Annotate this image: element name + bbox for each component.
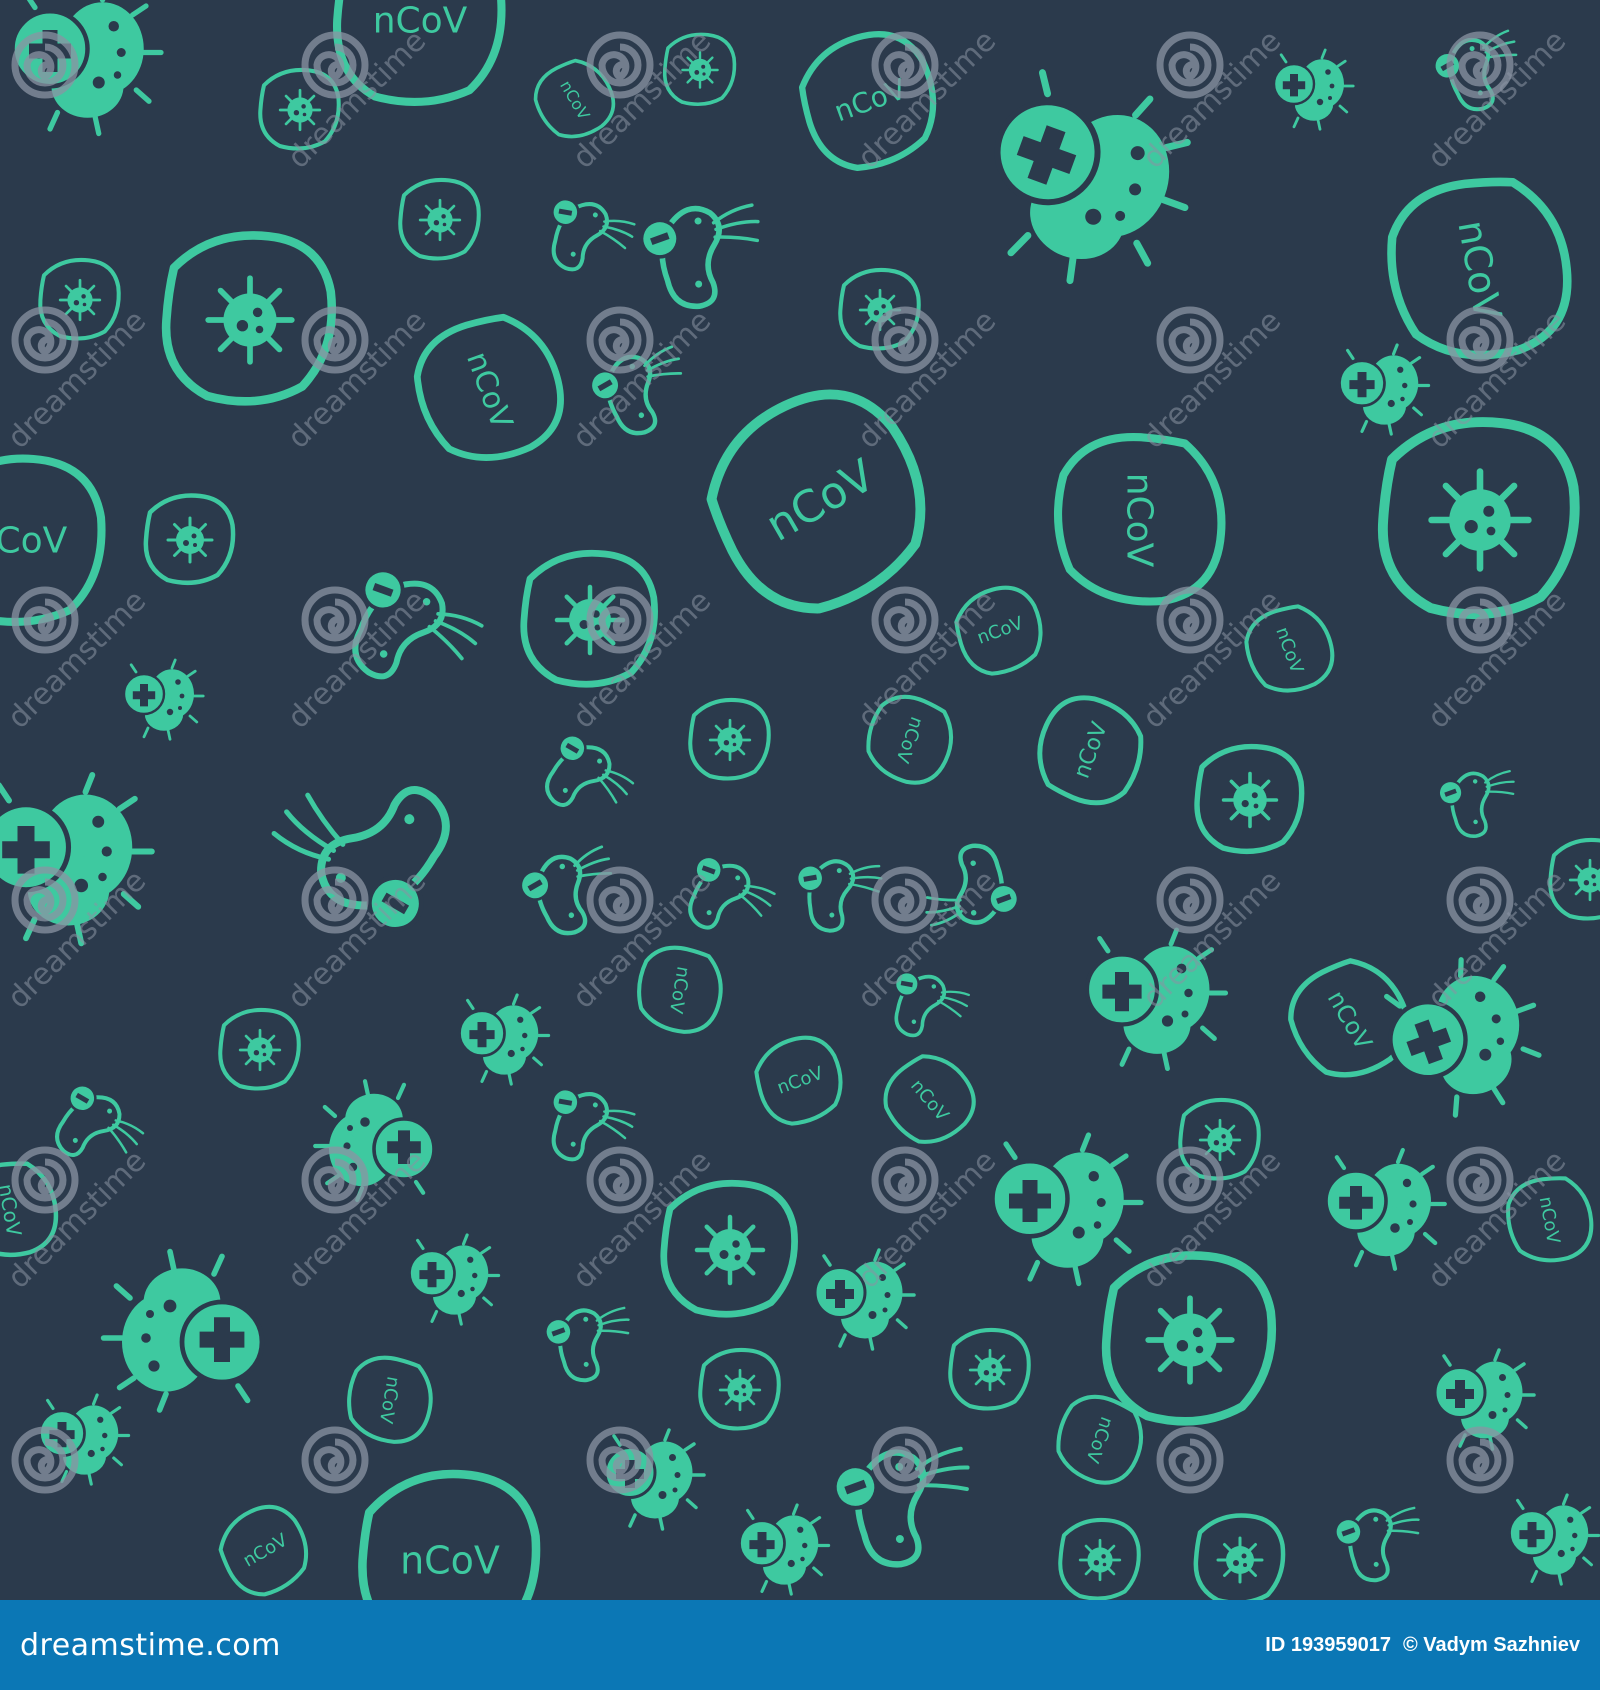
- ncov-badge-icon: [872, 1042, 987, 1158]
- bacteria-plus-icon: [457, 993, 551, 1086]
- spiral-logo-icon: [15, 590, 75, 650]
- bacteria-plus-icon: [37, 1393, 131, 1486]
- watermark-text: dreamstime: [851, 1143, 1003, 1295]
- bacteria-plus-icon: [407, 1233, 501, 1326]
- watermark-text: dreamstime: [281, 583, 433, 735]
- ncov-badge-icon: [747, 1028, 852, 1133]
- ncov-badge-icon: [1058, 437, 1221, 601]
- spiral-logo-icon: [15, 310, 75, 370]
- bacteria-plus-icon: [104, 1252, 262, 1410]
- bacteria-minus-icon: [539, 1293, 646, 1391]
- bacteria-plus-icon: [737, 1503, 831, 1596]
- bacteria-plus-icon: [13, 0, 162, 134]
- seamless-pattern: nCoV: [0, 0, 1600, 1600]
- bacteria-plus-icon: [122, 658, 205, 741]
- ncov-badge-icon: [209, 1494, 321, 1600]
- spiral-logo-icon: [590, 1430, 650, 1490]
- brand-text: dreamstime.com: [20, 1627, 281, 1663]
- watermark-text: dreamstime: [1421, 303, 1573, 455]
- ncov-badge-icon: [362, 1474, 536, 1600]
- bacteria-plus-icon: [993, 1135, 1142, 1284]
- watermark-text: dreamstime: [566, 863, 718, 1015]
- spiral-logo-icon: [15, 35, 75, 95]
- watermark-text: dreamstime: [1136, 583, 1288, 735]
- virus-cell-icon: [1196, 1515, 1283, 1600]
- bacteria-plus-icon: [1433, 1348, 1536, 1451]
- watermark-text: dreamstime: [851, 863, 1003, 1015]
- credit-block: ID 193959017 © Vadym Sazhniev: [1265, 1634, 1580, 1657]
- virus-cell-icon: [690, 700, 768, 779]
- pattern-icons: [0, 0, 1600, 1600]
- bacteria-minus-icon: [1433, 758, 1529, 846]
- virus-cell-icon: [700, 1350, 778, 1429]
- virus-cell-icon: [400, 180, 478, 259]
- spiral-logo-icon: [875, 1430, 935, 1490]
- virus-cell-icon: [1197, 747, 1302, 852]
- ncov-badge-icon: [1048, 1387, 1153, 1492]
- footer-bar: dreamstime.com ID 193959017 © Vadym Sazh…: [0, 1600, 1600, 1690]
- watermark-text: dreamstime: [1136, 1143, 1288, 1295]
- stock-image-page: nCoV: [0, 0, 1600, 1690]
- watermark-text: dreamstime: [281, 863, 433, 1015]
- spiral-logo-icon: [1160, 1430, 1220, 1490]
- spiral-logo-icon: [15, 870, 75, 930]
- watermark-text: dreamstime: [566, 1143, 718, 1295]
- bacteria-minus-icon: [1329, 1493, 1436, 1591]
- bacteria-plus-icon: [1272, 48, 1355, 131]
- virus-cell-icon: [146, 495, 233, 582]
- virus-cell-icon: [220, 1010, 298, 1089]
- watermark-text: dreamstime: [851, 583, 1003, 735]
- bacteria-minus-icon: [540, 195, 639, 281]
- spiral-logo-icon: [305, 1430, 365, 1490]
- spiral-logo-icon: [15, 1150, 75, 1210]
- watermark-text: dreamstime: [1136, 303, 1288, 455]
- bacteria-plus-icon: [1507, 1493, 1600, 1586]
- bacteria-minus-icon: [636, 188, 778, 318]
- virus-cell-icon: [1060, 1520, 1138, 1599]
- bacteria-minus-icon: [531, 728, 642, 834]
- watermark-text: dreamstime: [851, 303, 1003, 455]
- spiral-logo-icon: [1450, 1430, 1510, 1490]
- spiral-logo-icon: [15, 1430, 75, 1490]
- ncov-badge-icon: [1026, 686, 1154, 815]
- ncov-badge-icon: [343, 1352, 438, 1447]
- virus-cell-icon: [1106, 1255, 1272, 1421]
- bacteria-plus-icon: [1326, 1150, 1445, 1269]
- image-id: ID 193959017: [1265, 1633, 1391, 1656]
- bacteria-plus-icon: [1337, 343, 1431, 436]
- virus-cell-icon: [166, 235, 332, 401]
- ncov-badge-icon: [0, 459, 102, 622]
- virus-cell-icon: [950, 1330, 1028, 1409]
- bacteria-minus-icon: [540, 1085, 639, 1171]
- pattern-canvas: nCoV: [0, 0, 1600, 1600]
- author-credit: © Vadym Sazhniev: [1402, 1633, 1580, 1656]
- watermark-text: dreamstime: [1, 303, 153, 455]
